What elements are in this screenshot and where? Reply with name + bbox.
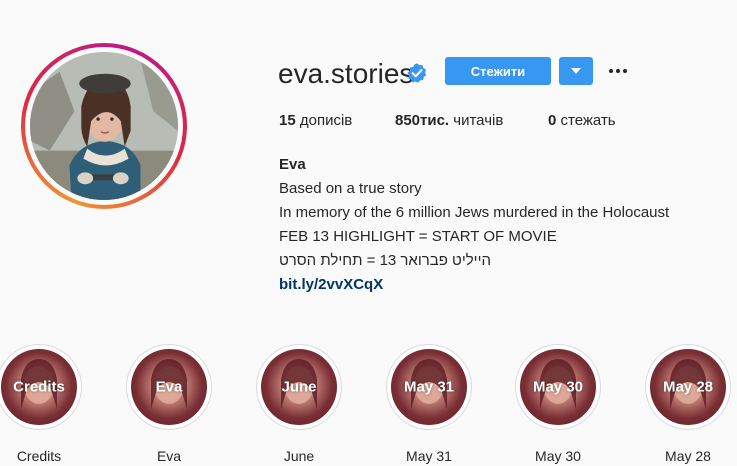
posts-label: дописів — [299, 112, 353, 129]
highlight-item[interactable]: Credits Credits — [0, 344, 83, 464]
profile-avatar[interactable] — [21, 43, 187, 209]
highlight-cover[interactable]: Eva — [126, 344, 212, 430]
posts-count: 15 дописів — [279, 112, 352, 129]
highlight-image: Eva — [131, 349, 207, 425]
highlight-title: Credits — [13, 378, 65, 396]
highlight-cover[interactable]: Credits — [0, 344, 82, 430]
highlight-image: May 28 — [650, 349, 726, 425]
followers-value: 850тис. — [395, 112, 450, 129]
highlight-image: Credits — [1, 349, 77, 425]
highlight-cover[interactable]: May 30 — [515, 344, 601, 430]
avatar-illustration — [30, 52, 178, 200]
posts-value: 15 — [279, 112, 296, 129]
follow-button[interactable]: Стежити — [445, 57, 551, 85]
followers-label: читачів — [453, 112, 504, 129]
highlight-label: June — [283, 448, 315, 464]
bio-line: FEB 13 HIGHLIGHT = START OF MOVIE — [279, 228, 557, 245]
bio-link[interactable]: bit.ly/2vvXCqX — [279, 273, 669, 297]
following-value: 0 — [548, 112, 557, 129]
highlight-image: May 31 — [391, 349, 467, 425]
highlight-cover[interactable]: June — [256, 344, 342, 430]
highlight-item[interactable]: May 28 May 28 — [644, 344, 732, 464]
highlight-image: May 30 — [520, 349, 596, 425]
highlight-label: May 30 — [535, 448, 581, 464]
chevron-down-icon — [571, 68, 581, 74]
highlight-item[interactable]: Eva Eva — [125, 344, 213, 464]
dot — [616, 69, 620, 73]
highlight-label: Credits — [16, 448, 62, 464]
highlight-title: June — [281, 378, 317, 396]
suggestions-dropdown-button[interactable] — [559, 57, 593, 85]
highlight-label: May 28 — [665, 448, 711, 464]
highlight-item[interactable]: June June — [255, 344, 343, 464]
highlight-item[interactable]: May 30 May 30 — [514, 344, 602, 464]
dot — [623, 69, 627, 73]
followers-count[interactable]: 850тис. читачів — [395, 112, 503, 129]
following-label: стежать — [560, 112, 616, 129]
highlight-cover[interactable]: May 28 — [645, 344, 731, 430]
avatar-photo — [30, 52, 178, 200]
highlight-label: May 31 — [406, 448, 452, 464]
more-options-icon[interactable] — [605, 59, 631, 83]
profile-username: eva.stories — [278, 58, 414, 89]
highlight-title: May 30 — [532, 378, 584, 396]
highlight-label: Eva — [156, 448, 182, 464]
bio-line: In memory of the 6 million Jews murdered… — [279, 204, 670, 221]
avatar-border — [25, 47, 183, 205]
bio-line-hebrew: הייליט פברואר 13 = תחילת הסרט — [279, 252, 491, 269]
highlight-title: Eva — [155, 378, 183, 396]
dot — [609, 69, 613, 73]
following-count[interactable]: 0 стежать — [548, 112, 616, 129]
highlight-title: May 31 — [403, 378, 455, 396]
highlight-image: June — [261, 349, 337, 425]
bio-line: Based on a true story — [279, 180, 422, 197]
highlight-cover[interactable]: May 31 — [386, 344, 472, 430]
highlight-title: May 28 — [662, 378, 714, 396]
profile-bio: Eva Based on a true story In memory of t… — [279, 153, 669, 297]
verified-badge-icon — [407, 63, 427, 83]
highlight-item[interactable]: May 31 May 31 — [385, 344, 473, 464]
bio-name: Eva — [279, 156, 306, 173]
